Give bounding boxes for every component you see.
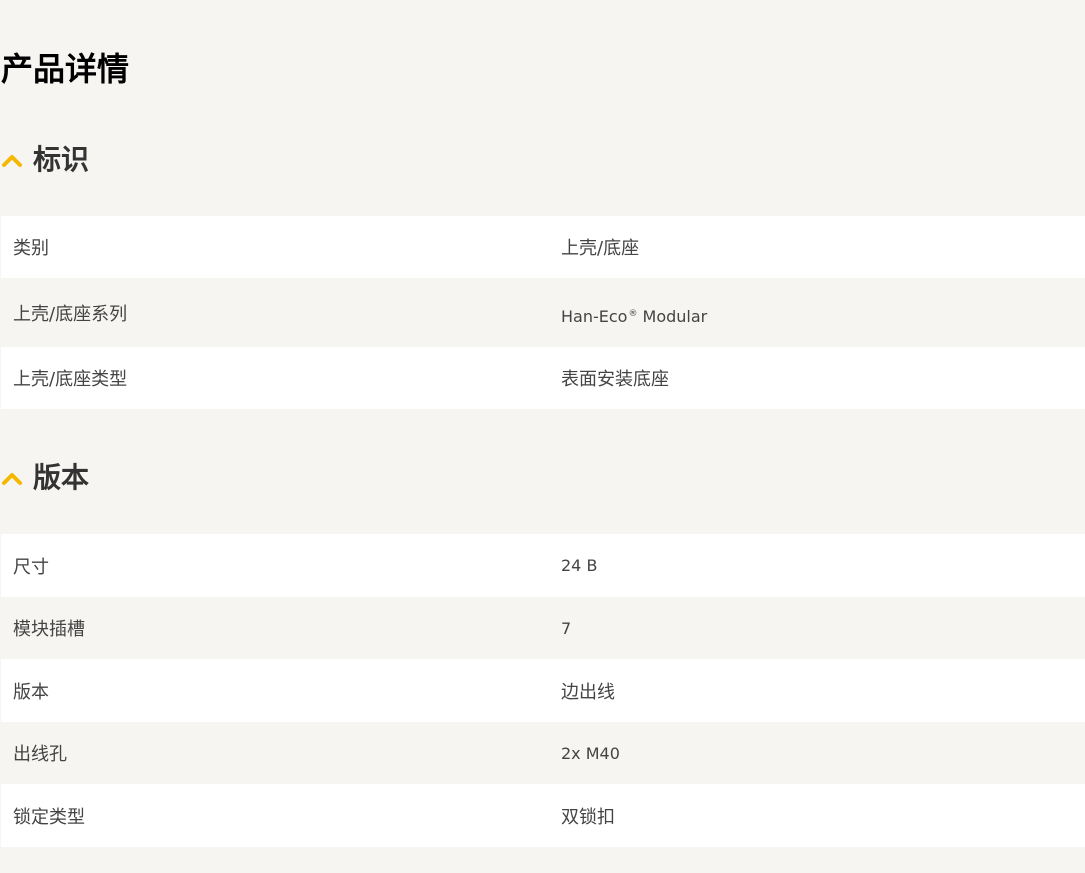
- row-value: 2x M40: [561, 743, 620, 763]
- row-value-rest: Modular: [637, 307, 708, 326]
- table-row: 上壳/底座类型 表面安装底座: [1, 347, 1085, 409]
- row-label: 锁定类型: [13, 806, 85, 828]
- row-label: 尺寸: [13, 556, 49, 578]
- section-title: 版本: [33, 461, 90, 494]
- identification-table: 类别 上壳/底座 上壳/底座系列 Han-Eco® Modular 上壳/底座类…: [1, 216, 1085, 409]
- product-details-page: 产品详情 标识 类别 上壳/底座 上壳/底座系列 Han-Eco® Modula…: [0, 0, 1085, 873]
- row-label: 类别: [13, 238, 49, 259]
- page-title: 产品详情: [1, 50, 130, 88]
- section-header-identification[interactable]: 标识: [0, 140, 89, 180]
- row-value: 双锁扣: [561, 806, 615, 828]
- table-row: 模块插槽 7: [1, 597, 1085, 659]
- chevron-up-icon: [2, 473, 22, 485]
- table-row: 版本 边出线: [1, 659, 1085, 722]
- table-row: 锁定类型 双锁扣: [1, 784, 1085, 847]
- table-row: 上壳/底座系列 Han-Eco® Modular: [1, 278, 1085, 347]
- row-value-main: Han-Eco: [561, 307, 628, 326]
- row-label: 上壳/底座类型: [13, 369, 128, 390]
- row-label: 模块插槽: [13, 619, 85, 640]
- row-value: 24 B: [561, 556, 598, 575]
- row-label: 版本: [13, 681, 49, 703]
- table-row: 类别 上壳/底座: [1, 216, 1085, 278]
- version-table: 尺寸 24 B 模块插槽 7 版本 边出线 出线孔 2x M40 锁定类型 双锁…: [1, 534, 1085, 847]
- section-title: 标识: [33, 143, 90, 176]
- section-header-version[interactable]: 版本: [0, 458, 89, 498]
- row-value: Han-Eco® Modular: [548, 299, 1085, 326]
- table-row: 出线孔 2x M40: [1, 722, 1085, 784]
- row-label: 上壳/底座系列: [13, 303, 128, 325]
- table-row: 尺寸 24 B: [1, 534, 1085, 597]
- row-value: 上壳/底座: [561, 238, 640, 259]
- row-value: 表面安装底座: [561, 369, 669, 390]
- row-value: 7: [561, 618, 572, 638]
- chevron-up-icon: [2, 155, 22, 167]
- row-label: 出线孔: [13, 744, 67, 765]
- row-value: 边出线: [561, 681, 615, 703]
